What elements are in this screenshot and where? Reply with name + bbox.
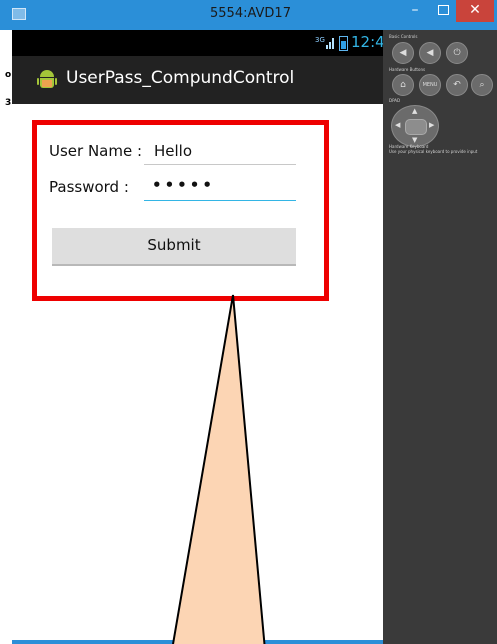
- emulator-window: 5554:AVD17 – ✕ o 3 3G 12:48 UserPass_Com…: [0, 0, 497, 644]
- callout-shape: [172, 294, 266, 644]
